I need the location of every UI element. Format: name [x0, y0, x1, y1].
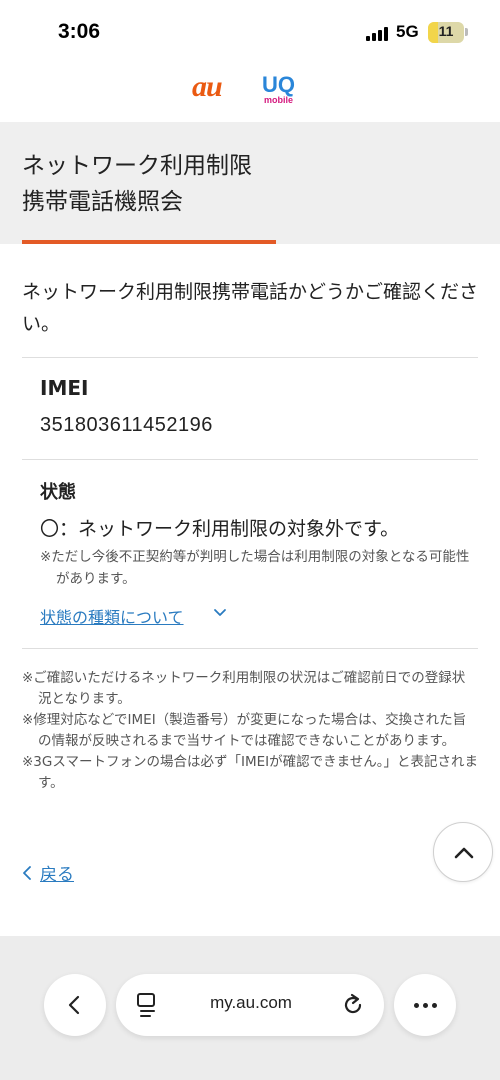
status-note: ※ただし今後不正契約等が判明した場合は利用制限の対象となる可能性があります。 — [40, 549, 470, 587]
divider — [22, 648, 478, 649]
status-bar: 3:06 5G 11 — [0, 0, 500, 66]
page-title: ネットワーク利用制限 携帯電話機照会 — [22, 148, 252, 220]
status-label: 状態 — [40, 482, 76, 503]
battery-level: 11 — [438, 23, 454, 39]
status-types-link[interactable]: 状態の種類について — [40, 604, 184, 628]
chevron-down-icon[interactable] — [212, 605, 228, 621]
note-item: ※修理対応などでIMEI（製造番号）が変更になった場合は、交換された旨の情報が反… — [22, 712, 467, 749]
chevron-left-icon — [68, 995, 80, 1015]
divider — [22, 357, 478, 358]
chevron-up-icon — [454, 847, 474, 859]
battery-icon: 11 — [428, 22, 464, 43]
title-accent-bar — [22, 240, 276, 244]
title-band: ネットワーク利用制限 携帯電話機照会 — [0, 122, 500, 244]
reload-icon[interactable] — [341, 993, 365, 1017]
uq-mobile-logo[interactable]: UQ mobile — [262, 72, 302, 108]
back-link-label: 戻る — [40, 865, 74, 885]
browser-toolbar: my.au.com — [0, 936, 500, 1080]
more-icon[interactable] — [394, 974, 456, 1036]
scroll-to-top-button[interactable] — [433, 822, 493, 882]
chevron-left-icon — [22, 865, 32, 885]
au-logo[interactable]: au — [192, 70, 223, 104]
page-title-line1: ネットワーク利用制限 — [22, 153, 252, 179]
address-bar[interactable]: my.au.com — [116, 974, 384, 1036]
page-title-line2: 携帯電話機照会 — [22, 189, 183, 215]
note-item: ※3Gスマートフォンの場合は必ず「IMEIが確認できません。」と表記されます。 — [22, 754, 478, 791]
status-time: 3:06 — [58, 20, 101, 43]
intro-text: ネットワーク利用制限携帯電話かどうかご確認ください。 — [22, 281, 479, 335]
uq-logo-subtext: mobile — [264, 95, 294, 105]
notes: ※ご確認いただけるネットワーク利用制限の状況はご確認前日での登録状況となります。… — [22, 668, 478, 794]
signal-icon — [366, 27, 388, 41]
divider — [22, 459, 478, 460]
browser-back-button[interactable] — [44, 974, 106, 1036]
back-link[interactable]: 戻る — [22, 860, 74, 885]
network-type: 5G — [396, 22, 419, 41]
tabs-icon[interactable] — [136, 992, 158, 1018]
imei-value: 351803611452196 — [40, 414, 213, 436]
note-item: ※ご確認いただけるネットワーク利用制限の状況はご確認前日での登録状況となります。 — [22, 670, 466, 707]
status-result: 〇：ネットワーク利用制限の対象外です。 — [40, 518, 400, 540]
imei-label: IMEI — [40, 376, 89, 400]
url-text[interactable]: my.au.com — [176, 993, 326, 1013]
